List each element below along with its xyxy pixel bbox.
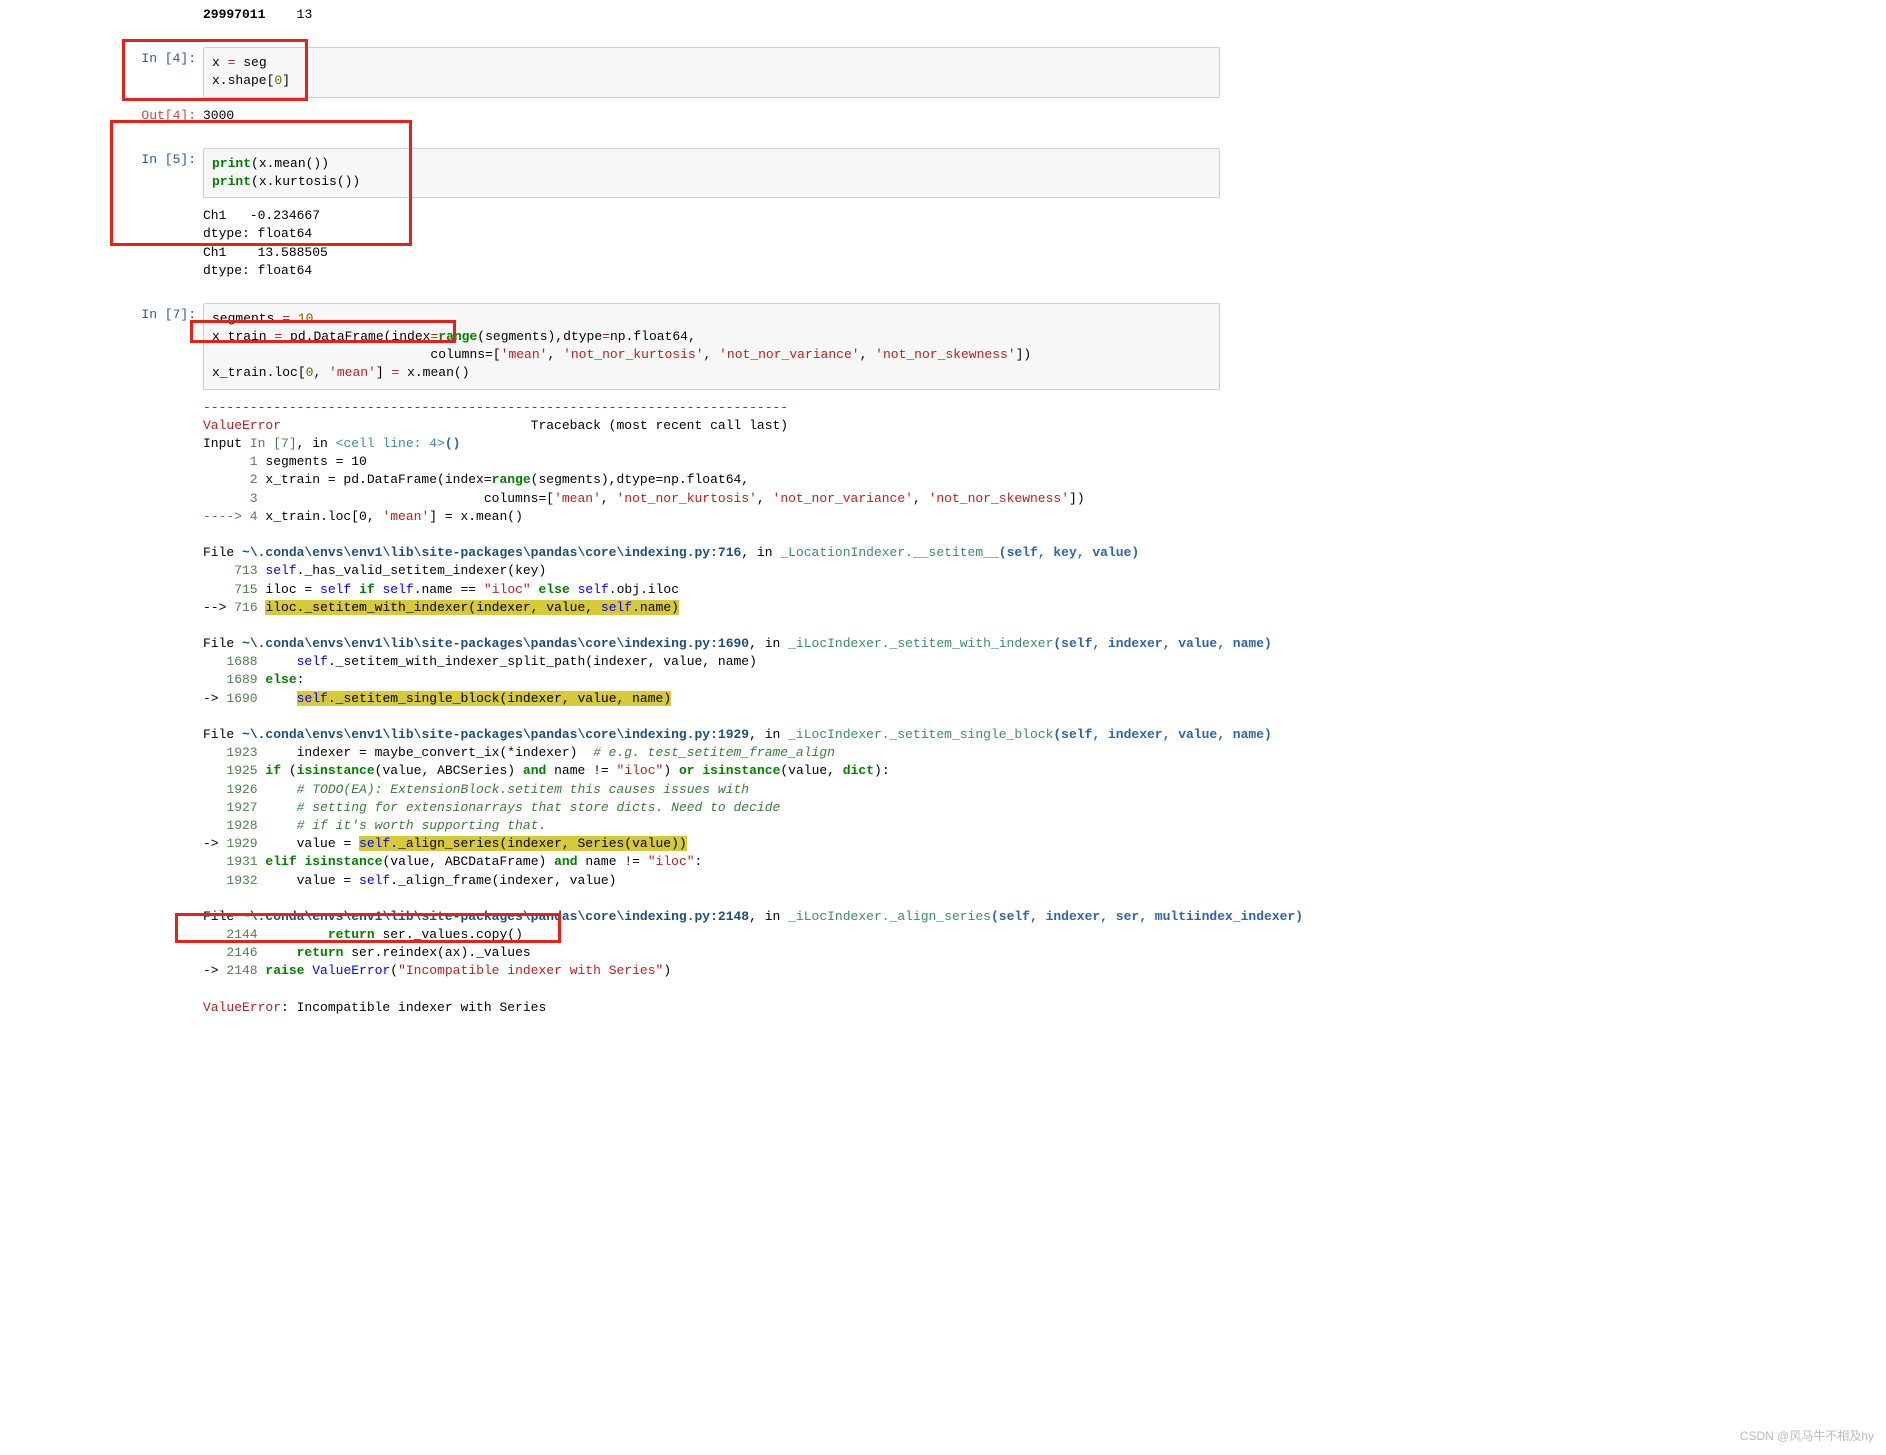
cell-traceback: ----------------------------------------… xyxy=(0,393,1234,1023)
cell-in-7: In [7]: segments = 10 x_train = pd.DataF… xyxy=(0,300,1234,393)
prompt-out-5-empty xyxy=(0,201,203,207)
cell-out-4: Out[4]: 3000 xyxy=(0,101,1234,131)
out-top: 29997011 13 xyxy=(203,0,1220,30)
cell-in-5: In [5]: print(x.mean()) print(x.kurtosis… xyxy=(0,145,1234,201)
code-in-4[interactable]: x = seg x.shape[0] xyxy=(203,47,1220,97)
prompt-in-4: In [4]: xyxy=(0,44,203,68)
prompt-in-5: In [5]: xyxy=(0,145,203,169)
code-in-7[interactable]: segments = 10 x_train = pd.DataFrame(ind… xyxy=(203,303,1220,390)
code-in-5[interactable]: print(x.mean()) print(x.kurtosis()) xyxy=(203,148,1220,198)
watermark: CSDN @风马牛不相及hy xyxy=(1740,1428,1874,1445)
prompt-tb-empty xyxy=(0,393,203,399)
prompt-in-7: In [7]: xyxy=(0,300,203,324)
prompt-out-4: Out[4]: xyxy=(0,101,203,125)
out-row-top: 29997011 13 xyxy=(0,0,1234,30)
cell-out-5: Ch1 -0.234667 dtype: float64 Ch1 13.5885… xyxy=(0,201,1234,286)
traceback: ----------------------------------------… xyxy=(203,393,1311,1023)
out-5: Ch1 -0.234667 dtype: float64 Ch1 13.5885… xyxy=(203,201,1220,286)
cell-in-4: In [4]: x = seg x.shape[0] xyxy=(0,44,1234,100)
prompt-empty xyxy=(0,0,203,6)
out-4-val: 3000 xyxy=(203,101,1220,131)
